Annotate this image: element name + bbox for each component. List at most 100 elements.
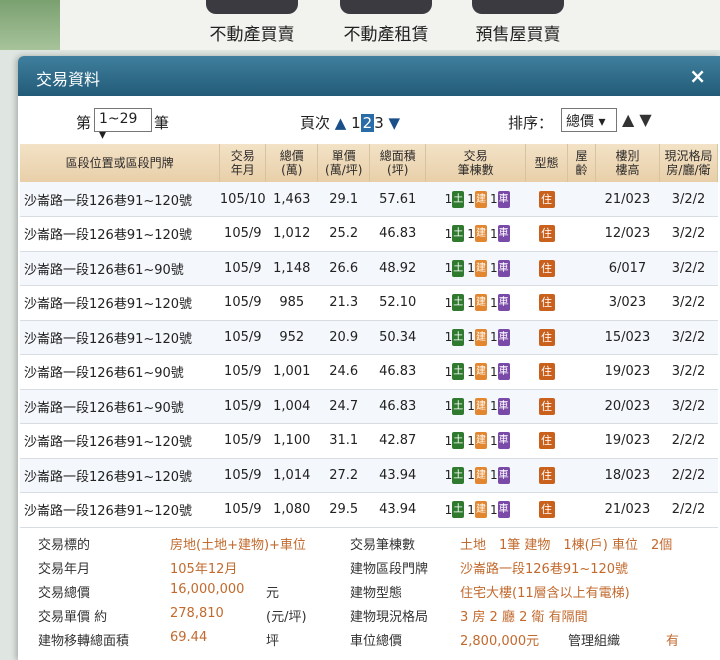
cell-total-price: 1,012 bbox=[265, 216, 318, 252]
land-badge-icon: 土 bbox=[452, 501, 465, 519]
cell-count: 1土 1建 1車 bbox=[425, 285, 526, 321]
col-header-layout: 現況格局 房/廳/衛 bbox=[659, 144, 719, 182]
cell-layout: 3/2/2 bbox=[659, 285, 718, 321]
build-count: 1 bbox=[467, 192, 475, 206]
cell-date: 105/9 bbox=[219, 354, 266, 390]
detail-value: 3 房 2 廳 2 衛 有隔間 bbox=[460, 610, 588, 625]
detail-value: 105年12月 bbox=[170, 562, 238, 577]
build-count: 1 bbox=[467, 364, 475, 379]
cell-type: 住 bbox=[525, 389, 568, 424]
table-row[interactable]: 沙崙路一段126巷61~90號 105/9 1,001 24.6 46.83 1土 1建 1車… bbox=[20, 354, 718, 390]
cell-layout: 3/2/2 bbox=[659, 354, 718, 390]
nav-rent-button[interactable]: 不動產租賃 bbox=[330, 0, 442, 48]
cell-location: 沙崙路一段126巷91~120號 bbox=[20, 458, 220, 493]
range-suffix: 筆 bbox=[154, 114, 170, 132]
cell-location: 沙崙路一段126巷91~120號 bbox=[20, 216, 220, 252]
col-header-area: 總面積 (坪) bbox=[369, 144, 427, 182]
parking-badge-icon: 車 bbox=[497, 294, 510, 312]
table-row[interactable]: 沙崙路一段126巷91~120號 105/9 1,100 31.1 42.87 1土 1建 1… bbox=[20, 423, 718, 459]
table-row[interactable]: 沙崙路一段126巷91~120號 105/10 1,463 29.1 57.61 1土 1建… bbox=[20, 182, 718, 217]
parking-badge-icon: 車 bbox=[497, 225, 510, 243]
cell-area: 52.10 bbox=[369, 285, 426, 321]
page-link-3[interactable]: 3 bbox=[374, 114, 384, 132]
page-link-2-current[interactable]: 2 bbox=[360, 114, 375, 132]
residential-type-icon: 住 bbox=[538, 397, 555, 415]
cell-count: 1土 1建 1車 bbox=[425, 216, 526, 252]
cell-layout: 3/2/2 bbox=[659, 389, 718, 424]
cell-area: 50.34 bbox=[369, 320, 426, 355]
page-next-arrow-icon[interactable]: ▼ bbox=[389, 114, 401, 132]
cell-unit-price: 25.2 bbox=[317, 216, 370, 252]
detail-label: 交易筆棟數 bbox=[350, 538, 416, 553]
building-badge-icon: 建 bbox=[474, 501, 487, 519]
sort-select[interactable]: 總價 ▾ bbox=[561, 108, 617, 132]
range-prefix: 第 bbox=[76, 114, 92, 132]
management-value: 有 bbox=[666, 634, 680, 649]
cell-date: 105/9 bbox=[219, 458, 266, 493]
cell-area: 42.87 bbox=[369, 423, 426, 459]
build-count: 1 bbox=[467, 226, 475, 241]
table-row[interactable]: 沙崙路一段126巷61~90號 105/9 1,004 24.7 46.83 1土 1建 1車… bbox=[20, 389, 718, 424]
detail-label: 交易年月 bbox=[38, 562, 91, 577]
land-count: 1 bbox=[444, 502, 453, 517]
cell-layout: 3/2/2 bbox=[659, 182, 718, 217]
land-badge-icon: 土 bbox=[452, 225, 465, 243]
parking-badge-icon: 車 bbox=[497, 466, 510, 484]
sort-asc-icon[interactable]: ▲ bbox=[622, 110, 634, 129]
cell-count: 1土 1建 1車 bbox=[425, 182, 526, 217]
building-badge-icon: 建 bbox=[474, 432, 487, 450]
parking-badge-icon: 車 bbox=[497, 259, 510, 277]
close-icon[interactable]: × bbox=[689, 64, 706, 88]
page-link-1[interactable]: 1 bbox=[351, 114, 361, 132]
management-label: 管理組織 bbox=[568, 634, 621, 649]
range-select[interactable]: 1~29 ▾ bbox=[94, 108, 152, 143]
transaction-table: 區段位置或區段門牌 交易 年月 總價 (萬) 單價 (萬/坪) 總面積 (坪) 交易 筆棟… bbox=[20, 144, 719, 528]
cell-date: 105/9 bbox=[219, 216, 266, 252]
cell-date: 105/9 bbox=[219, 389, 266, 424]
table-row[interactable]: 沙崙路一段126巷91~120號 105/9 1,012 25.2 46.83 1土 1建 1… bbox=[20, 216, 718, 252]
cell-layout: 2/2/2 bbox=[659, 458, 718, 493]
nav-presale-button[interactable]: 預售屋買賣 bbox=[462, 0, 574, 48]
detail-label: 建物移轉總面積 bbox=[38, 634, 130, 649]
banner-image bbox=[0, 0, 60, 50]
parking-badge-icon: 車 bbox=[497, 501, 510, 519]
cell-total-price: 985 bbox=[265, 285, 318, 321]
cell-count: 1土 1建 1車 bbox=[425, 354, 526, 390]
cell-floor: 19/023 bbox=[595, 354, 660, 390]
cell-location: 沙崙路一段126巷91~120號 bbox=[20, 285, 220, 321]
build-count: 1 bbox=[467, 502, 475, 517]
cell-unit-price: 29.1 bbox=[317, 182, 370, 217]
cell-floor: 15/023 bbox=[595, 320, 660, 355]
detail-label: 交易標的 bbox=[38, 538, 91, 553]
detail-value: 沙崙路一段126巷91~120號 bbox=[460, 562, 629, 577]
cell-age bbox=[567, 320, 596, 355]
col-header-total-price: 總價 (萬) bbox=[265, 144, 319, 182]
page-prev-arrow-icon[interactable]: ▲ bbox=[335, 114, 347, 132]
transaction-details: 交易標的 房地(土地+建物)+車位 交易年月 105年12月 交易總價 16,000,00… bbox=[18, 526, 720, 660]
table-row[interactable]: 沙崙路一段126巷61~90號 105/9 1,148 26.6 48.92 1土 1建 1車… bbox=[20, 251, 718, 286]
table-row[interactable]: 沙崙路一段126巷91~120號 105/9 1,080 29.5 43.94 1土 1建 1… bbox=[20, 492, 718, 528]
detail-unit: 坪 bbox=[266, 634, 280, 649]
modal-header: 交易資料 × bbox=[18, 56, 720, 96]
table-row[interactable]: 沙崙路一段126巷91~120號 105/9 952 20.9 50.34 1土 1建 1車住… bbox=[20, 320, 718, 355]
table-row[interactable]: 沙崙路一段126巷91~120號 105/9 1,014 27.2 43.94 1土 1建 1… bbox=[20, 458, 718, 493]
nav-sale-button[interactable]: 不動產買賣 bbox=[196, 0, 308, 48]
cell-type: 住 bbox=[525, 251, 568, 286]
cell-location: 沙崙路一段126巷61~90號 bbox=[20, 251, 220, 286]
cell-age bbox=[567, 251, 596, 286]
detail-label: 交易總價 bbox=[38, 586, 91, 601]
parking-badge-icon: 車 bbox=[497, 190, 510, 208]
cell-location: 沙崙路一段126巷91~120號 bbox=[20, 492, 220, 528]
car-count: 1 bbox=[489, 468, 498, 483]
top-nav: 不動產買賣 不動產租賃 預售屋買賣 bbox=[0, 0, 720, 50]
detail-label: 建物現況格局 bbox=[350, 610, 429, 625]
sort-desc-icon[interactable]: ▼ bbox=[639, 110, 651, 129]
car-count: 1 bbox=[489, 261, 498, 276]
parking-badge-icon: 車 bbox=[497, 432, 510, 450]
build-count: 1 bbox=[467, 433, 475, 448]
cell-location: 沙崙路一段126巷91~120號 bbox=[20, 423, 220, 459]
table-row[interactable]: 沙崙路一段126巷91~120號 105/9 985 21.3 52.10 1土 1建 1車住… bbox=[20, 285, 718, 321]
detail-label: 車位總價 bbox=[350, 634, 403, 649]
cell-type: 住 bbox=[525, 320, 568, 355]
land-count: 1 bbox=[444, 226, 453, 241]
